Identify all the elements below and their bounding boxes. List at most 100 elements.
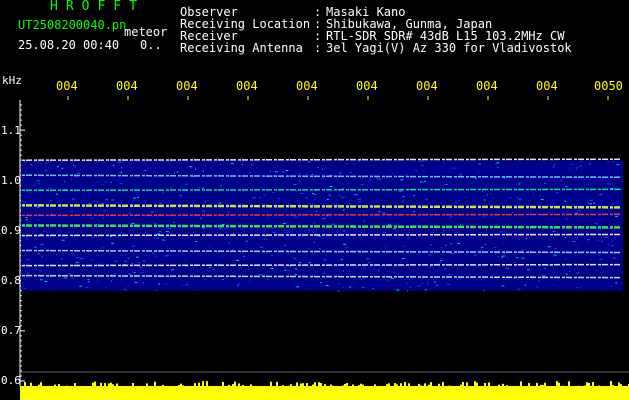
noise-speck [516,257,519,259]
noise-speck [481,246,484,248]
noise-speck [208,266,211,268]
noise-speck [497,256,499,258]
signal-level-spike [82,393,84,399]
signal-level-spike [358,385,360,399]
noise-speck [133,245,135,247]
signal-level-spike [318,382,320,399]
signal-level-spike [626,390,628,399]
signal-level-spike [210,394,212,399]
signal-level-spike [404,381,406,399]
noise-speck [521,267,523,269]
noise-speck [291,256,294,258]
noise-speck [291,272,294,274]
signal-level-spike [280,390,282,399]
noise-speck [483,199,486,201]
signal-level-spike [602,389,604,399]
noise-speck [221,279,224,281]
signal-level-spike [172,393,174,399]
noise-speck [162,192,165,194]
signal-level-spike [224,393,226,399]
noise-speck [248,222,250,224]
noise-speck [122,165,124,167]
noise-speck [251,164,253,166]
noise-speck [590,160,592,162]
signal-level-spike [456,392,458,399]
noise-speck [578,210,581,212]
signal-level-spike [300,383,302,399]
noise-speck [263,230,266,232]
noise-speck [564,237,566,239]
signal-level-spike [620,384,622,399]
signal-level-spike [588,382,590,399]
noise-speck [284,229,286,231]
noise-speck [195,169,197,171]
noise-speck [143,169,147,171]
noise-speck [518,183,521,185]
noise-speck [459,271,463,273]
signal-level-spike [162,384,164,399]
noise-speck [173,173,175,175]
noise-speck [181,284,183,286]
signal-level-spike [430,382,432,399]
signal-level-spike [302,383,304,399]
noise-speck [187,236,189,238]
signal-level-spike [544,382,546,399]
noise-speck [77,172,81,174]
noise-speck [553,254,557,256]
signal-level-spike [624,386,626,399]
x-tick-label: 004 [416,79,438,93]
noise-speck [505,256,509,258]
noise-speck [382,231,386,233]
signal-level-spike [132,382,134,399]
signal-level-spike [220,389,222,399]
noise-speck [501,256,504,258]
noise-speck [372,164,375,166]
signal-level-spike [168,394,170,399]
noise-speck [512,191,516,193]
noise-speck [98,255,102,257]
noise-speck [392,173,394,175]
signal-level-spike [66,385,68,399]
noise-speck [382,212,386,214]
noise-speck [457,233,459,235]
noise-speck [270,202,274,204]
signal-level-spike [332,385,334,399]
noise-speck [101,183,105,185]
signal-level-spike [44,392,46,399]
noise-speck [544,223,547,225]
noise-speck [496,162,500,164]
signal-level-spike [442,382,444,399]
noise-speck [337,290,340,292]
noise-speck [202,170,205,172]
noise-speck [482,202,486,204]
noise-speck [166,245,169,247]
noise-speck [49,199,53,201]
signal-level-spike [52,393,54,399]
signal-level-spike [324,384,326,399]
signal-level-spike [136,387,138,399]
noise-speck [70,178,72,180]
signal-level-spike [72,392,74,399]
noise-speck [126,290,129,292]
noise-speck [156,289,158,291]
noise-speck [140,271,144,273]
noise-speck [61,258,63,260]
noise-speck [415,170,418,172]
noise-speck [576,217,580,219]
noise-speck [37,183,40,185]
noise-speck [170,223,172,225]
signal-level-spike [460,384,462,399]
noise-speck [363,267,367,269]
noise-speck [144,178,147,180]
noise-speck [334,265,338,267]
signal-level-spike [316,386,318,399]
signal-level-spike [152,394,154,399]
signal-level-spike [378,389,380,399]
noise-speck [343,196,346,198]
noise-speck [259,274,263,276]
noise-speck [450,253,454,255]
noise-speck [51,288,53,290]
noise-speck [462,224,466,226]
noise-speck [22,201,26,203]
signal-level-spike [594,393,596,399]
